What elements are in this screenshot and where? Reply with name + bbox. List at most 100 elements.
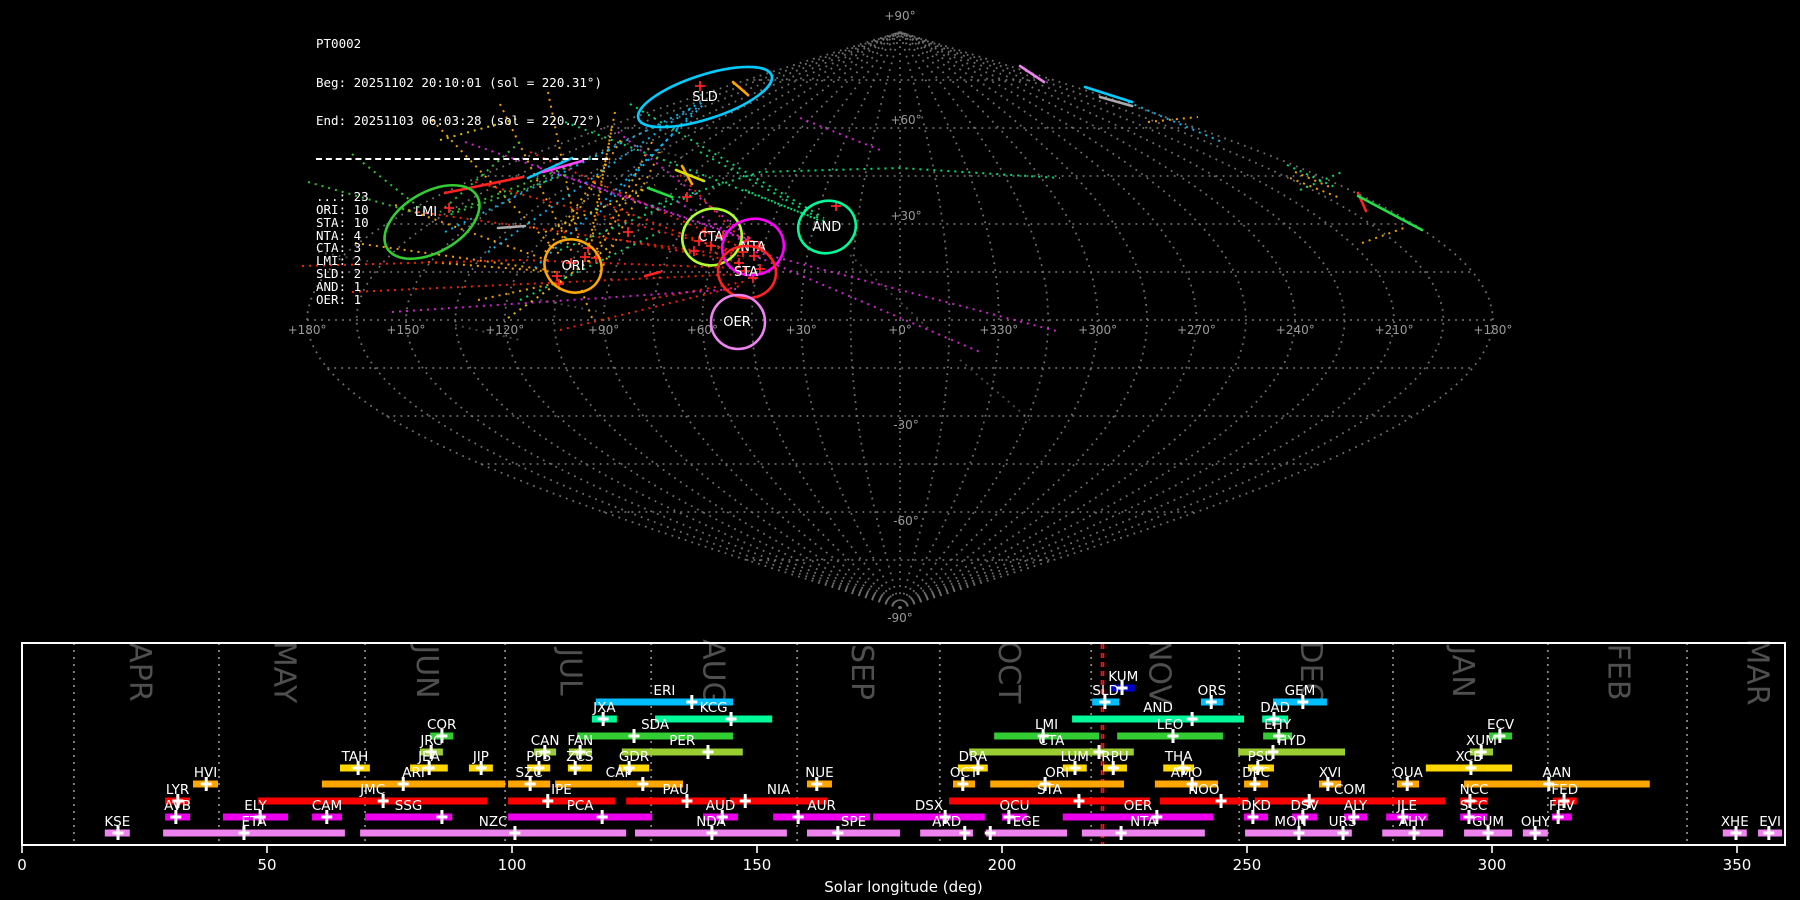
- meteor-trail: [644, 166, 1061, 209]
- shower-peak-marker-NZC: [509, 826, 521, 840]
- shower-label-DSX: DSX: [915, 798, 943, 814]
- shower-label-SSG: SSG: [395, 798, 423, 814]
- shower-ZCS: ZCS: [566, 749, 593, 775]
- radiant-OER: OER: [709, 293, 767, 351]
- shower-label-CTA: CTA: [1039, 733, 1066, 749]
- shower-label-AVB: AVB: [164, 798, 191, 814]
- map-north-pole-label: +90°: [884, 9, 915, 23]
- shower-label-QUA: QUA: [1393, 765, 1424, 781]
- shower-bar-JMC: [258, 797, 488, 805]
- shower-OCT: OCT: [950, 765, 979, 791]
- meteor-track: [646, 186, 674, 199]
- map-lat-label: -30°: [893, 418, 919, 432]
- shower-label-ORS: ORS: [1198, 683, 1227, 699]
- shower-label-COM: COM: [1334, 782, 1366, 798]
- shower-row-violet: KSE ETA NZC NDA SPE ARD EGE NTA MON URS AHY GUM OHY X…: [104, 814, 1783, 840]
- shower-label-XUM: XUM: [1466, 733, 1497, 749]
- shower-label-ORI: ORI: [1045, 765, 1069, 781]
- shower-bar-KCG: [655, 715, 773, 723]
- shower-TAH: TAH: [340, 749, 370, 775]
- meteor-trail: [619, 141, 689, 159]
- x-axis-tick-label: 200: [988, 856, 1017, 874]
- shower-counts-list: ...: 23 ORI: 10 STA: 10 NTA: 4 CTA: 3 LMI: 2S…: [316, 190, 608, 307]
- shower-label-LEO: LEO: [1157, 717, 1184, 733]
- shower-label-LYR: LYR: [166, 782, 189, 798]
- month-label-JAN: JAN: [1445, 644, 1480, 697]
- shower-label-SCC: SCC: [1460, 798, 1487, 814]
- meteor-trail: [849, 254, 931, 331]
- shower-JXA: JXA: [591, 700, 617, 726]
- radiant-label-CTA: CTA: [699, 230, 724, 245]
- map-lon-label: +150°: [386, 323, 425, 337]
- month-label-OCT: OCT: [991, 641, 1026, 705]
- shower-peak-marker-SSG: [436, 810, 448, 824]
- shower-peak-marker-NTA: [1115, 826, 1127, 840]
- sky-map-and-timeline-plot: +180° +150° +120° +90° +60° +30° +0° +330° +300°…: [17, 9, 1786, 896]
- shower-EGE: EGE: [984, 814, 1068, 840]
- shower-peak-marker-PER: [702, 745, 714, 759]
- shower-JIP: JIP: [468, 749, 493, 775]
- shower-label-AUD: AUD: [706, 798, 736, 814]
- shower-HVI: HVI: [193, 765, 218, 791]
- begin-time: Beg: 20251102 20:10:01 (sol = 220.31°): [316, 74, 602, 90]
- shower-label-DSV: DSV: [1290, 798, 1319, 814]
- shower-XCB: XCB: [1425, 749, 1513, 775]
- map-lat-label: +30°: [890, 209, 921, 223]
- shower-peak-marker-STA: [1073, 794, 1085, 808]
- meteor-cross-marker: [623, 227, 633, 237]
- shower-EVI: EVI: [1758, 814, 1783, 840]
- x-axis: 0 50 100 150 200 250 300 350 Solar longitude (de…: [17, 846, 1751, 896]
- shower-label-LUM: LUM: [1061, 749, 1089, 765]
- shower-label-JIP: JIP: [472, 749, 489, 765]
- shower-label-EGE: EGE: [1013, 814, 1041, 830]
- month-label-MAR: MAR: [1740, 638, 1775, 705]
- shower-label-PSU: PSU: [1248, 749, 1275, 765]
- shower-bar-NOO: [1159, 797, 1248, 805]
- meteor-trail: [757, 256, 981, 353]
- shower-label-FAN: FAN: [567, 733, 593, 749]
- shower-label-NZC: NZC: [479, 814, 508, 830]
- shower-bar-PCA: [508, 813, 653, 821]
- shower-label-ALY: ALY: [1344, 798, 1368, 814]
- radiant-SLD: SLD: [636, 65, 774, 129]
- shower-label-URS: URS: [1329, 814, 1357, 830]
- shower-label-NCC: NCC: [1460, 782, 1489, 798]
- meteor-trail: [755, 251, 1061, 333]
- shower-AVB: AVB: [164, 798, 191, 824]
- shower-label-EHY: EHY: [1264, 717, 1292, 733]
- shower-label-GEM: GEM: [1285, 683, 1316, 699]
- shower-label-RPU: RPU: [1101, 749, 1128, 765]
- shower-label-THA: THA: [1164, 749, 1193, 765]
- shower-label-NUE: NUE: [805, 765, 834, 781]
- shower-bar-STA: [949, 797, 1150, 805]
- x-axis-tick-label: 300: [1478, 856, 1507, 874]
- radiant-label-SLD: SLD: [692, 90, 718, 105]
- shower-label-SDA: SDA: [641, 717, 670, 733]
- shower-label-ETA: ETA: [242, 814, 268, 830]
- meteor-track: [1018, 64, 1046, 84]
- shower-peak-marker-SDA: [628, 729, 640, 743]
- month-label-NOV: NOV: [1141, 639, 1176, 706]
- shower-label-COR: COR: [427, 717, 456, 733]
- shower-bar-ETA: [163, 829, 345, 837]
- shower-GUM: GUM: [1464, 814, 1513, 840]
- shower-ORS: ORS: [1198, 683, 1227, 709]
- shower-bar-MON: [1245, 829, 1337, 837]
- map-lon-label: +300°: [1078, 323, 1117, 337]
- map-lat-label: -60°: [893, 514, 919, 528]
- separator-line: [316, 157, 608, 160]
- meteor-trail: [699, 151, 827, 223]
- shower-label-XHE: XHE: [1721, 814, 1749, 830]
- shower-QUA: QUA: [1393, 765, 1424, 791]
- shower-label-AND: AND: [1143, 700, 1173, 716]
- shower-label-PAU: PAU: [662, 782, 688, 798]
- shower-label-AHY: AHY: [1399, 814, 1427, 830]
- shower-label-SPE: SPE: [841, 814, 866, 830]
- shower-bar-SPE: [806, 829, 901, 837]
- shower-peak-marker-PCA: [596, 810, 608, 824]
- x-axis-title: Solar longitude (deg): [824, 878, 982, 896]
- x-axis-tick-label: 350: [1723, 856, 1752, 874]
- shower-SLD: SLD: [1092, 683, 1120, 709]
- month-label-FEB: FEB: [1600, 644, 1635, 701]
- shower-bar-EGE: [985, 829, 1068, 837]
